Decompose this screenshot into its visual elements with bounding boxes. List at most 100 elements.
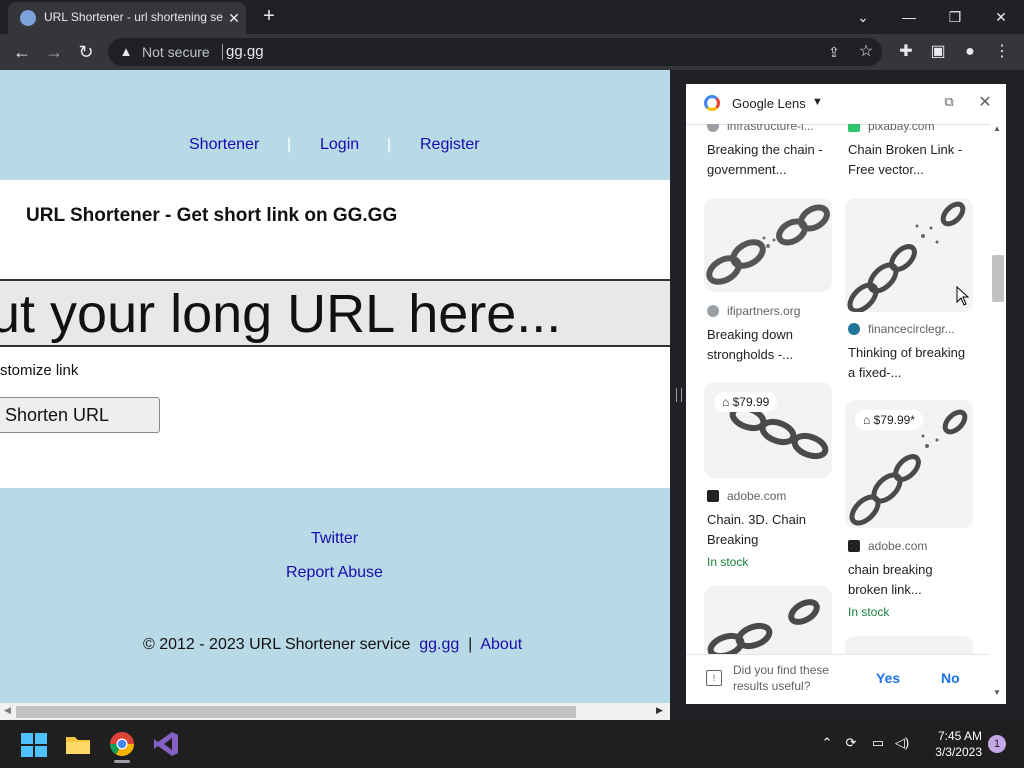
- result-image[interactable]: ⌂ $79.99: [704, 382, 832, 478]
- security-label[interactable]: Not secure: [142, 44, 210, 60]
- extensions-icon[interactable]: ✚: [894, 40, 918, 64]
- windows-logo-icon: [21, 733, 47, 757]
- lens-title[interactable]: Google Lens: [732, 96, 806, 111]
- globe-icon: [707, 305, 719, 317]
- menu-icon[interactable]: ⋮: [990, 40, 1014, 64]
- copyright-line: © 2012 - 2023 URL Shortener service gg.g…: [143, 636, 522, 654]
- scroll-right-icon[interactable]: ▶: [656, 705, 663, 716]
- volume-icon[interactable]: ◁): [893, 734, 911, 752]
- minimize-button[interactable]: —: [892, 4, 926, 30]
- shorten-url-label: Shorten URL: [5, 405, 110, 425]
- result-source[interactable]: adobe.com: [707, 489, 786, 503]
- globe-icon: [20, 10, 36, 26]
- result-title[interactable]: Breaking down strongholds -...: [707, 325, 829, 365]
- clock-date: 3/3/2023: [935, 745, 982, 759]
- result-title[interactable]: Breaking the chain - government...: [707, 140, 829, 180]
- shorten-url-button[interactable]: Shorten URL: [0, 397, 160, 433]
- mouse-cursor-icon: [956, 286, 970, 306]
- broken-chain-image: [847, 201, 966, 312]
- scroll-up-icon[interactable]: ▲: [993, 124, 1001, 133]
- browser-tab[interactable]: URL Shortener - url shortening se ✕: [8, 2, 246, 34]
- url-input-placeholder: ut your long URL here...: [0, 284, 562, 344]
- bookmark-star-icon[interactable]: ☆: [856, 42, 876, 62]
- in-stock-label: In stock: [848, 605, 890, 619]
- result-source[interactable]: financecirclegr...: [848, 322, 955, 336]
- result-title[interactable]: chain breaking broken link...: [848, 560, 970, 600]
- sync-icon[interactable]: ⟳: [842, 734, 860, 752]
- divider: [222, 44, 223, 60]
- notification-badge[interactable]: 1: [988, 735, 1006, 753]
- result-source[interactable]: infrastructure-i...: [707, 124, 814, 133]
- price-tag: ⌂ $79.99*: [855, 410, 923, 430]
- close-icon[interactable]: ✕: [976, 92, 994, 111]
- share-icon[interactable]: ⇪: [824, 42, 844, 62]
- adobe-stock-icon: [707, 490, 719, 502]
- in-stock-label: In stock: [707, 555, 749, 569]
- about-link[interactable]: About: [480, 636, 522, 653]
- nav-register-link[interactable]: Register: [420, 136, 480, 154]
- result-image[interactable]: [845, 636, 973, 654]
- back-icon[interactable]: ←: [8, 38, 36, 66]
- reload-icon[interactable]: ↻: [72, 38, 100, 66]
- close-window-button[interactable]: ✕: [984, 4, 1018, 30]
- feedback-no-button[interactable]: No: [941, 670, 960, 686]
- lens-scroll-thumb[interactable]: [992, 255, 1004, 302]
- gggg-link[interactable]: gg.gg: [419, 636, 459, 653]
- google-lens-icon: [704, 95, 720, 111]
- tab-search-button[interactable]: ⌄: [846, 4, 880, 30]
- address-bar[interactable]: ▲ Not secure gg.gg ⇪ ☆: [108, 38, 882, 66]
- resize-grip-icon[interactable]: [676, 388, 682, 402]
- result-image[interactable]: [704, 586, 832, 654]
- warning-icon[interactable]: ▲: [118, 44, 134, 60]
- customize-link-label[interactable]: stomize link: [0, 362, 78, 379]
- footer-separator: |: [468, 636, 473, 653]
- profile-icon[interactable]: ●: [958, 40, 982, 64]
- result-source[interactable]: ifipartners.org: [707, 304, 800, 318]
- network-icon[interactable]: ▭: [869, 734, 887, 752]
- feedback-yes-button[interactable]: Yes: [876, 670, 900, 686]
- start-button[interactable]: [18, 728, 50, 760]
- result-image[interactable]: [845, 198, 973, 312]
- active-app-indicator: [114, 760, 130, 763]
- globe-icon: [707, 124, 719, 132]
- tab-title: URL Shortener - url shortening se: [44, 10, 223, 24]
- result-source[interactable]: pixabay.com: [848, 124, 934, 133]
- feedback-question: Did you find these results useful?: [733, 663, 830, 693]
- report-abuse-link[interactable]: Report Abuse: [286, 564, 383, 582]
- long-url-input[interactable]: ut your long URL here...: [0, 279, 670, 347]
- side-panel-icon[interactable]: ▣: [926, 40, 950, 64]
- nav-shortener-link[interactable]: Shortener: [189, 136, 259, 154]
- forward-icon[interactable]: →: [40, 38, 68, 66]
- result-title[interactable]: Chain Broken Link - Free vector...: [848, 140, 970, 180]
- horizontal-scroll-thumb[interactable]: [16, 706, 576, 718]
- taskbar-clock[interactable]: 7:45 AM 3/3/2023: [920, 728, 982, 760]
- nav-login-link[interactable]: Login: [320, 136, 359, 154]
- broken-chain-image: [706, 204, 830, 285]
- restore-button[interactable]: ❐: [938, 4, 972, 30]
- chrome-icon[interactable]: [106, 728, 138, 760]
- result-title[interactable]: Chain. 3D. Chain Breaking: [707, 510, 829, 550]
- result-image[interactable]: [704, 198, 832, 292]
- visual-studio-icon[interactable]: [150, 728, 182, 760]
- new-tab-button[interactable]: +: [258, 6, 280, 28]
- pixabay-icon: [848, 124, 860, 132]
- url-text[interactable]: gg.gg: [226, 43, 264, 60]
- chevron-down-icon[interactable]: ▼: [812, 96, 823, 108]
- lens-scrollbar[interactable]: [990, 124, 1006, 704]
- scroll-down-icon[interactable]: ▼: [993, 688, 1001, 697]
- web-page: Shortener | Login | Register URL Shorten…: [0, 70, 670, 703]
- result-source[interactable]: adobe.com: [848, 539, 927, 553]
- page-title: URL Shortener - Get short link on GG.GG: [26, 205, 398, 226]
- scroll-left-icon[interactable]: ◀: [4, 705, 11, 716]
- site-header: Shortener | Login | Register: [0, 70, 670, 180]
- broken-chain-image: [707, 599, 820, 654]
- show-hidden-icons-icon[interactable]: ⌃: [818, 734, 836, 752]
- tab-close-icon[interactable]: ✕: [226, 8, 242, 28]
- file-explorer-icon[interactable]: [62, 728, 94, 760]
- nav-separator: |: [287, 136, 292, 153]
- open-in-new-tab-icon[interactable]: ⧉: [940, 94, 958, 112]
- twitter-link[interactable]: Twitter: [311, 530, 358, 548]
- result-image[interactable]: ⌂ $79.99*: [845, 400, 973, 528]
- result-title[interactable]: Thinking of breaking a fixed-...: [848, 343, 970, 383]
- adobe-stock-icon: [848, 540, 860, 552]
